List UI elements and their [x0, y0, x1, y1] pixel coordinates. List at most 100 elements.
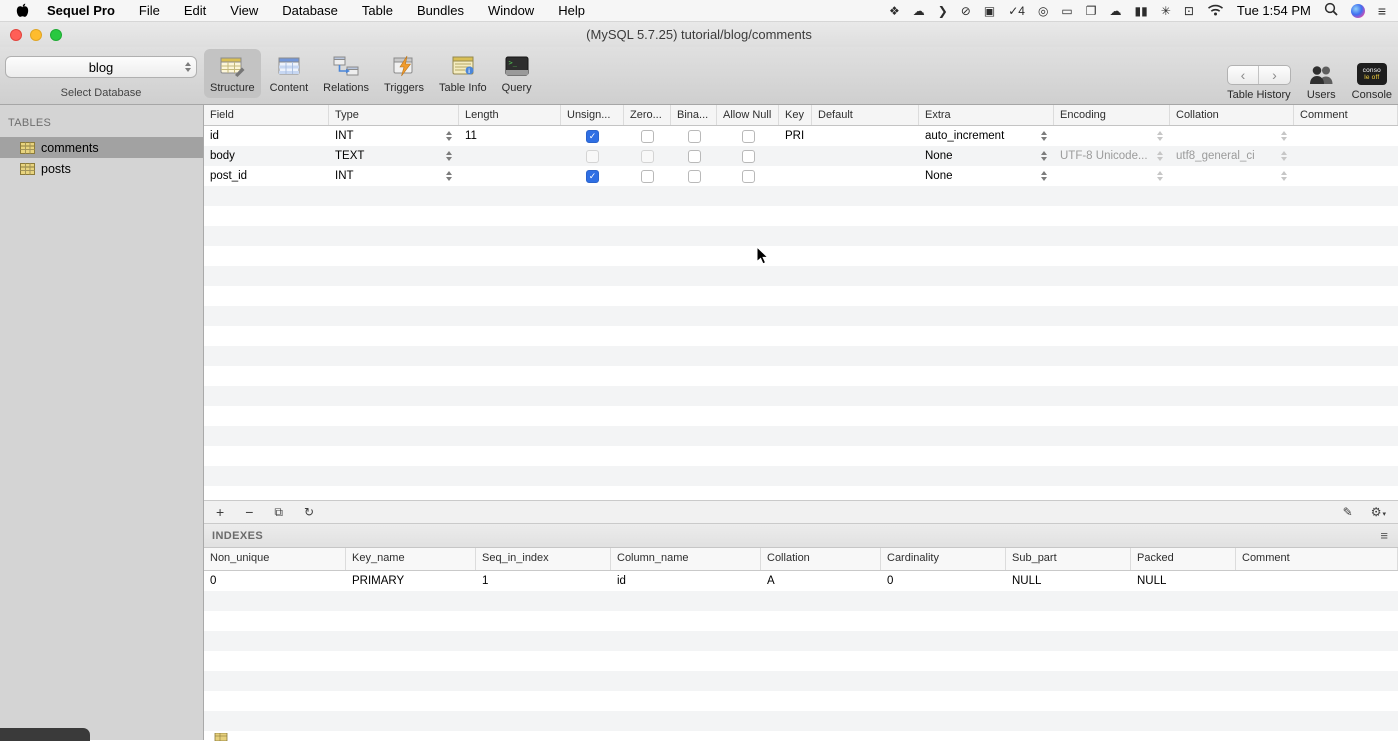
index-row[interactable]: 0 PRIMARY 1 id A 0 NULL NULL	[204, 571, 1398, 591]
menubar-clock[interactable]: Tue 1:54 PM	[1237, 3, 1311, 18]
zoom-window-button[interactable]	[50, 29, 62, 41]
console-button[interactable]: conso le off Console	[1352, 51, 1392, 101]
collation-cell[interactable]	[1170, 131, 1294, 141]
tab-triggers[interactable]: Triggers	[378, 49, 430, 98]
column-header-allownull[interactable]: Allow Null	[717, 105, 779, 125]
column-header-length[interactable]: Length	[459, 105, 561, 125]
users-button[interactable]: Users	[1307, 51, 1336, 101]
column-header-zero[interactable]: Zero...	[624, 105, 671, 125]
stepper-icon[interactable]	[446, 131, 452, 141]
stepper-icon[interactable]	[446, 171, 452, 181]
column-header-default[interactable]: Default	[812, 105, 919, 125]
menu-view[interactable]: View	[230, 3, 258, 18]
index-column-header-sub_part[interactable]: Sub_part	[1006, 548, 1131, 570]
siri-icon[interactable]	[1350, 3, 1365, 18]
index-column-header-packed[interactable]: Packed	[1131, 548, 1236, 570]
collation-cell[interactable]: utf8_general_ci	[1170, 150, 1294, 162]
structure-row-id[interactable]: id INT 11 PRI auto_increment	[204, 126, 1398, 146]
stepper-icon[interactable]	[1281, 151, 1287, 161]
stepper-icon[interactable]	[1157, 131, 1163, 141]
menu-database[interactable]: Database	[282, 3, 338, 18]
history-forward-button[interactable]: ›	[1259, 66, 1290, 84]
encoding-cell[interactable]	[1054, 171, 1170, 181]
type-cell[interactable]: INT	[329, 130, 459, 142]
window-title-bar[interactable]: (MySQL 5.7.25) tutorial/blog/comments	[0, 22, 1398, 47]
structure-row-post_id[interactable]: post_id INT None	[204, 166, 1398, 186]
tab-relations[interactable]: Relations	[317, 49, 375, 98]
stepper-icon[interactable]	[1281, 171, 1287, 181]
menu-file[interactable]: File	[139, 3, 160, 18]
extra-cell[interactable]: None	[919, 150, 1054, 162]
column-header-extra[interactable]: Extra	[919, 105, 1054, 125]
index-column-header-cardinality[interactable]: Cardinality	[881, 548, 1006, 570]
app-menu[interactable]: Sequel Pro	[47, 3, 115, 18]
duplicate-field-button[interactable]: ⧉	[274, 506, 283, 518]
database-selector[interactable]: blog	[5, 56, 197, 78]
extra-cell[interactable]: auto_increment	[919, 130, 1054, 142]
tab-structure[interactable]: Structure	[204, 49, 261, 98]
extra-cell[interactable]: None	[919, 170, 1054, 182]
menu-help[interactable]: Help	[558, 3, 585, 18]
stepper-icon[interactable]	[1041, 171, 1047, 181]
checkbox-zerofill[interactable]	[641, 169, 654, 183]
index-column-header-column_name[interactable]: Column_name	[611, 548, 761, 570]
stepper-icon[interactable]	[1157, 151, 1163, 161]
index-column-header-seq_in_index[interactable]: Seq_in_index	[476, 548, 611, 570]
indexes-menu-icon[interactable]: ≡	[1380, 528, 1388, 543]
column-header-comment[interactable]: Comment	[1294, 105, 1398, 125]
structure-row-body[interactable]: body TEXT None UTF-8 Unicode... utf8_general…	[204, 146, 1398, 166]
index-column-header-non_unique[interactable]: Non_unique	[204, 548, 346, 570]
structure-rows[interactable]: id INT 11 PRI auto_incrementbody TEXT None UTF-…	[204, 126, 1398, 500]
stepper-icon[interactable]	[1041, 151, 1047, 161]
column-header-encoding[interactable]: Encoding	[1054, 105, 1170, 125]
close-window-button[interactable]	[10, 29, 22, 41]
stepper-icon[interactable]	[1041, 131, 1047, 141]
table-item-comments[interactable]: comments	[0, 137, 203, 158]
settings-gear-button[interactable]: ⚙▾	[1371, 506, 1386, 518]
menu-edit[interactable]: Edit	[184, 3, 206, 18]
minimize-window-button[interactable]	[30, 29, 42, 41]
checkbox-binary[interactable]	[687, 129, 701, 143]
menu-window[interactable]: Window	[488, 3, 534, 18]
checkbox-unsigned[interactable]	[586, 169, 599, 183]
window-icon[interactable]: ❐	[1086, 4, 1097, 18]
history-back-button[interactable]: ‹	[1228, 66, 1259, 84]
checkbox-zerofill[interactable]	[641, 129, 654, 143]
cloud-filled-icon[interactable]: ☁	[1110, 4, 1122, 18]
refresh-button[interactable]: ↻	[304, 506, 314, 518]
stepper-icon[interactable]	[1281, 131, 1287, 141]
cloud-icon[interactable]: ☁	[913, 4, 925, 18]
screen-record-icon[interactable]: ▣	[984, 4, 995, 18]
menu-table[interactable]: Table	[362, 3, 393, 18]
checkbox-binary[interactable]	[687, 169, 701, 183]
stepper-icon[interactable]	[446, 151, 452, 161]
type-cell[interactable]: TEXT	[329, 150, 459, 162]
index-column-header-key_name[interactable]: Key_name	[346, 548, 476, 570]
checkbox-unsigned[interactable]	[586, 129, 599, 143]
tab-table-info[interactable]: i Table Info	[433, 49, 493, 98]
table-item-posts[interactable]: posts	[0, 158, 203, 179]
fan-icon[interactable]: ✳	[1161, 4, 1171, 18]
at-circle-icon[interactable]: ◎	[1038, 4, 1048, 18]
indexes-rows[interactable]: 0 PRIMARY 1 id A 0 NULL NULL	[204, 571, 1398, 740]
encoding-cell[interactable]	[1054, 131, 1170, 141]
encoding-cell[interactable]: UTF-8 Unicode...	[1054, 150, 1170, 162]
chevron-icon[interactable]: ❯	[938, 4, 948, 18]
tab-content[interactable]: Content	[264, 49, 315, 98]
notification-center-icon[interactable]: ≡	[1378, 3, 1386, 19]
checkbox-allow_null[interactable]	[741, 129, 755, 143]
index-column-header-collation[interactable]: Collation	[761, 548, 881, 570]
column-header-collation[interactable]: Collation	[1170, 105, 1294, 125]
index-column-header-comment[interactable]: Comment	[1236, 548, 1398, 570]
wifi-icon[interactable]	[1207, 3, 1224, 19]
do-not-disturb-icon[interactable]: ⊘	[961, 4, 971, 18]
column-header-bina[interactable]: Bina...	[671, 105, 717, 125]
apple-menu[interactable]	[16, 3, 29, 18]
display-icon[interactable]: ▭	[1061, 4, 1072, 18]
column-header-key[interactable]: Key	[779, 105, 812, 125]
dropbox-icon[interactable]: ❖	[889, 4, 900, 18]
collation-cell[interactable]	[1170, 171, 1294, 181]
updates-badge-icon[interactable]: ✓4	[1008, 4, 1025, 18]
column-header-type[interactable]: Type	[329, 105, 459, 125]
tab-query[interactable]: >_ Query	[496, 49, 538, 98]
